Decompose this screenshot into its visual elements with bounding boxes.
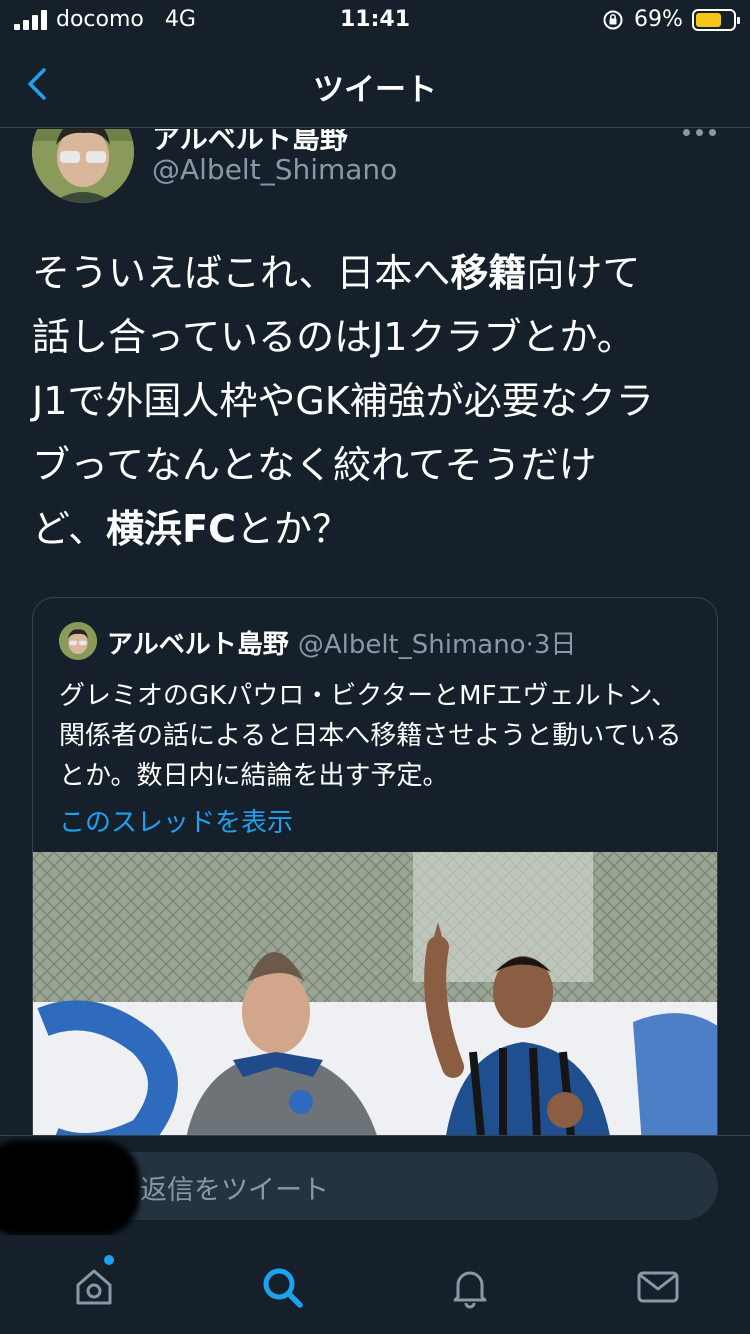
tweet-text-bold: 横浜FC — [106, 507, 236, 551]
quoted-author-name: アルベルト島野 — [107, 630, 289, 660]
quoted-author-avatar — [59, 622, 97, 660]
home-icon[interactable] — [70, 1263, 118, 1311]
quoted-author: アルベルト島野 @Albelt_Shimano·3日 — [107, 624, 576, 661]
tweet-text-segment: 話し合っているのはJ1クラブとか。 — [32, 315, 635, 359]
notifications-icon[interactable] — [446, 1263, 494, 1311]
redacted-user-avatar — [0, 1140, 140, 1236]
tweet-text-segment: そういえばこれ、日本へ — [32, 251, 451, 295]
tweet-body: そういえばこれ、日本へ移籍向けて 話し合っているのはJ1クラブとか。 J1で外国… — [32, 241, 722, 561]
tweet-text-bold: 移籍 — [450, 251, 527, 295]
tweet-text-segment: ど、 — [32, 507, 107, 551]
battery-icon — [692, 9, 740, 31]
reply-placeholder: 返信をツイート — [140, 1175, 329, 1206]
tweet-text-segment: とか？ — [235, 507, 350, 551]
reply-bar: 返信をツイート — [0, 1135, 750, 1236]
battery-percent: 69% — [634, 7, 683, 32]
quoted-time: 3日 — [533, 630, 577, 660]
battery-nub — [737, 17, 740, 24]
page-title: ツイート — [313, 72, 437, 108]
quoted-author-handle: @Albelt_Shimano — [297, 630, 526, 660]
quoted-tweet-text: グレミオのGKパウロ・ビクターとMFエヴェルトン、関係者の話によると日本へ移籍さ… — [59, 681, 682, 791]
battery-fill — [696, 13, 721, 27]
orientation-lock-icon — [603, 10, 623, 30]
nav-bar: ツイート — [0, 40, 750, 128]
author-handle[interactable]: @Albelt_Shimano — [152, 153, 397, 186]
show-thread-link[interactable]: このスレッドを表示 — [59, 802, 293, 839]
quoted-separator: · — [525, 630, 534, 660]
home-new-dot — [104, 1255, 114, 1265]
messages-icon[interactable] — [634, 1263, 682, 1311]
tab-bar — [0, 1235, 750, 1334]
tweet-text-segment: 向けて — [526, 251, 641, 295]
tweet-text-segment: J1で外国人枠やGK補強が必要なクラ — [32, 379, 654, 423]
quoted-tweet-photo[interactable] — [33, 852, 717, 1135]
tweet-detail: アルベルト島野 @Albelt_Shimano そういえばこれ、日本へ移籍向けて… — [0, 129, 750, 1135]
quoted-tweet-card[interactable]: アルベルト島野 @Albelt_Shimano·3日 グレミオのGKパウロ・ビク… — [32, 597, 718, 1135]
author-avatar[interactable] — [32, 129, 134, 203]
tweet-text-segment: ブってなんとなく絞れてそうだけ — [32, 443, 597, 487]
search-icon[interactable] — [258, 1263, 306, 1311]
status-bar: docomo 4G 11:41 69% — [0, 0, 750, 40]
more-horizontal-icon[interactable] — [683, 129, 717, 139]
